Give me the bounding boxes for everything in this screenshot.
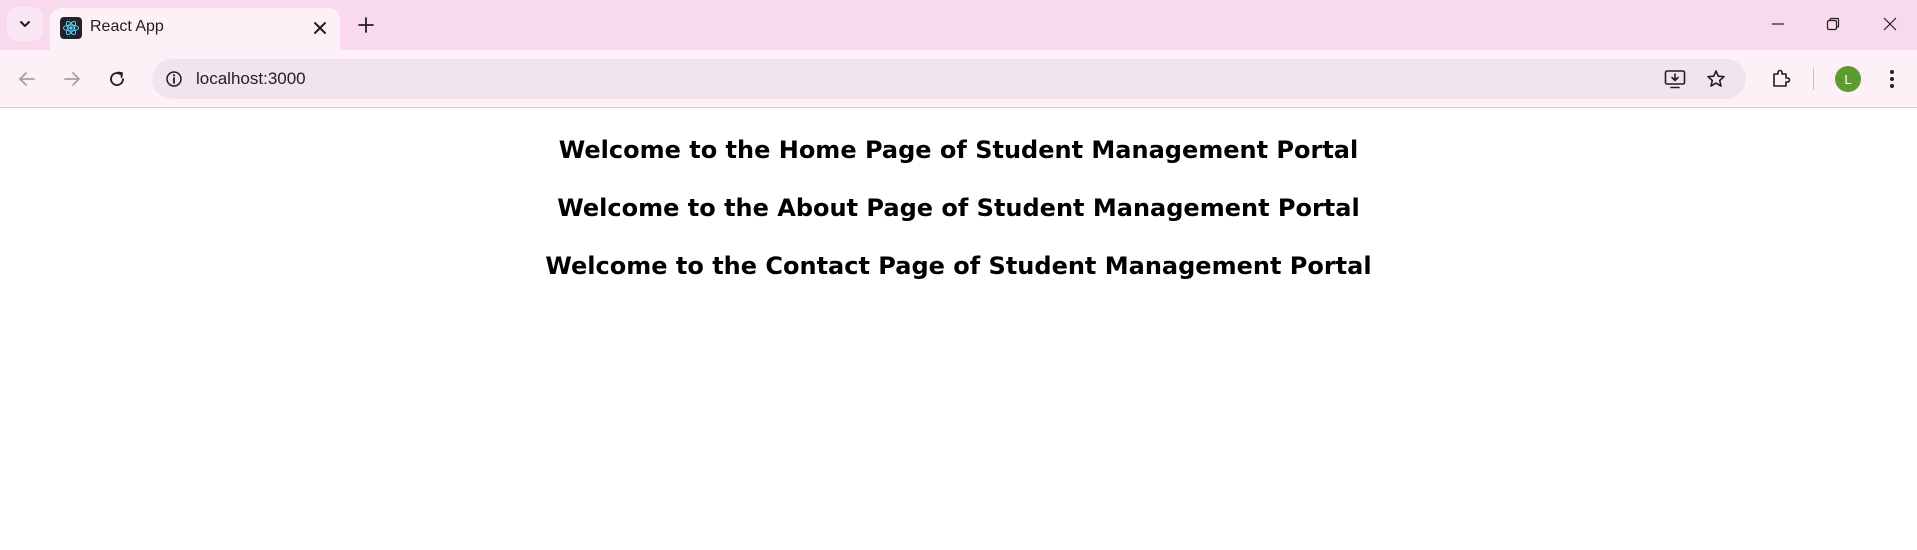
address-bar[interactable]: localhost:3000 xyxy=(152,59,1746,99)
contact-heading: Welcome to the Contact Page of Student M… xyxy=(545,252,1372,280)
minimize-icon xyxy=(1772,23,1784,25)
plus-icon xyxy=(358,17,374,33)
browser-toolbar: localhost:3000 L xyxy=(0,50,1917,108)
toolbar-divider xyxy=(1813,68,1814,90)
url-text[interactable]: localhost:3000 xyxy=(196,69,306,89)
tab-strip: React App xyxy=(0,0,1917,50)
install-app-icon[interactable] xyxy=(1662,67,1688,91)
tab-react-app[interactable]: React App xyxy=(50,8,340,50)
restore-icon xyxy=(1826,17,1840,31)
close-window-icon xyxy=(1883,17,1897,31)
site-info-icon[interactable] xyxy=(162,67,186,91)
home-heading: Welcome to the Home Page of Student Mana… xyxy=(558,136,1359,164)
back-arrow-icon xyxy=(19,72,35,86)
tab-title: React App xyxy=(90,18,164,35)
react-logo-icon xyxy=(60,17,82,39)
profile-avatar[interactable]: L xyxy=(1835,66,1861,92)
bookmark-star-icon[interactable] xyxy=(1703,67,1729,91)
restore-window-button[interactable] xyxy=(1815,10,1851,38)
tab-search-button[interactable] xyxy=(7,7,43,41)
forward-arrow-icon xyxy=(64,72,80,86)
forward-button[interactable] xyxy=(56,63,88,95)
reload-button[interactable] xyxy=(101,63,133,95)
page-content: Welcome to the Home Page of Student Mana… xyxy=(0,108,1917,550)
minimize-window-button[interactable] xyxy=(1760,10,1796,38)
reload-icon xyxy=(110,71,124,86)
new-tab-button[interactable] xyxy=(352,12,380,38)
close-window-button[interactable] xyxy=(1872,10,1908,38)
browser-menu-button[interactable] xyxy=(1876,63,1908,95)
close-tab-icon[interactable] xyxy=(310,18,330,38)
back-button[interactable] xyxy=(11,63,43,95)
about-heading: Welcome to the About Page of Student Man… xyxy=(557,194,1360,222)
puzzle-piece-icon xyxy=(1773,69,1791,87)
extensions-button[interactable] xyxy=(1765,63,1797,95)
chevron-down-icon xyxy=(20,21,30,27)
more-vertical-icon xyxy=(1890,70,1894,88)
